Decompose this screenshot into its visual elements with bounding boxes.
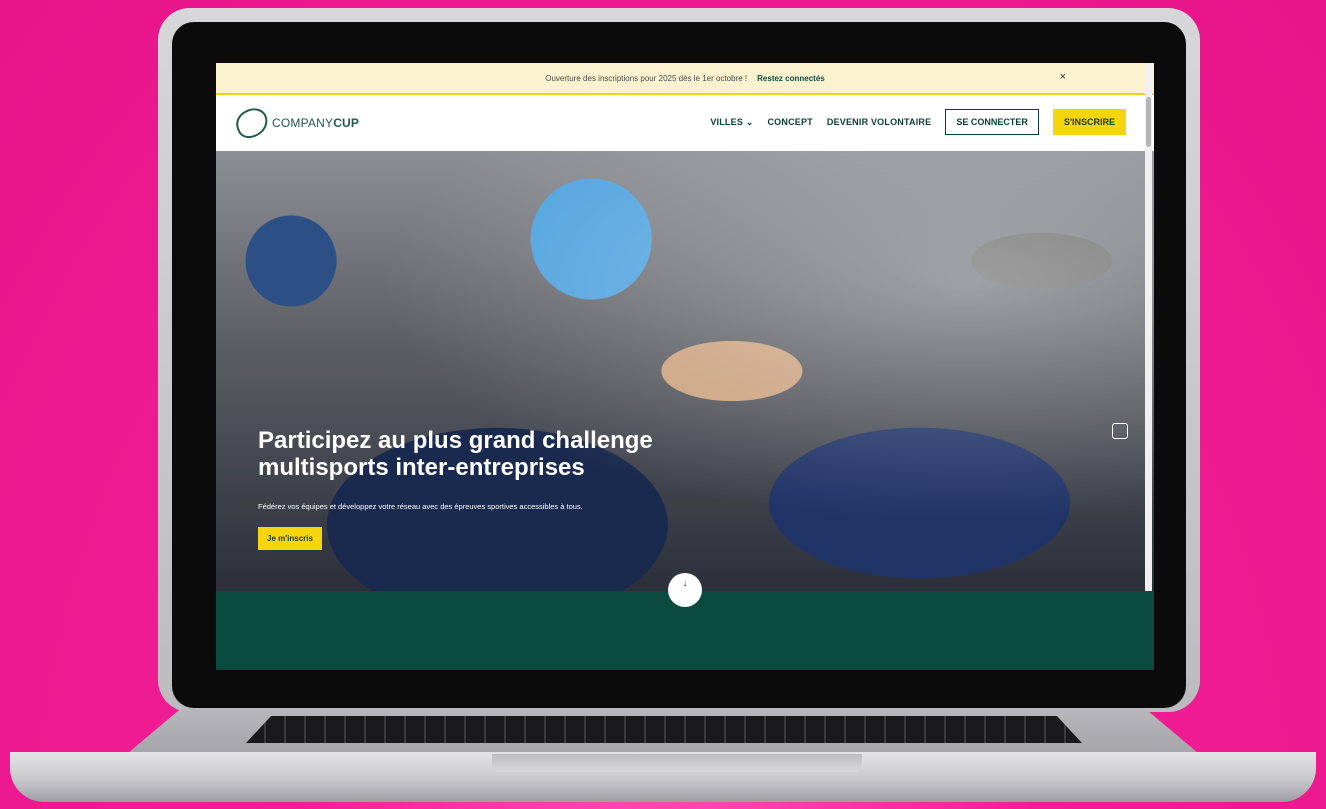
hero-title-line2: multisports inter-entreprises xyxy=(258,454,585,481)
logo-text-light: COMPANY xyxy=(272,116,334,130)
scroll-down-icon[interactable]: ↓ xyxy=(668,573,702,607)
announcement-bar: Ouverture des inscriptions pour 2025 dès… xyxy=(216,63,1154,95)
hero-subtitle: Fédérez vos équipes et développez votre … xyxy=(258,502,583,511)
close-icon[interactable]: × xyxy=(1060,71,1066,83)
logo-text: COMPANYCUP xyxy=(272,116,359,130)
laptop-trackpad xyxy=(492,754,862,772)
site-header: COMPANYCUP VILLES ⌄ CONCEPT DEVENIR VOLO… xyxy=(216,95,1154,151)
hero-image: Participez au plus grand challenge multi… xyxy=(216,151,1154,591)
logo-text-bold: CUP xyxy=(333,116,360,130)
announcement-text: Ouverture des inscriptions pour 2025 dès… xyxy=(545,73,748,83)
nav-menu: VILLES ⌄ CONCEPT DEVENIR VOLONTAIRE SE C… xyxy=(710,109,1126,135)
logo-icon xyxy=(232,104,272,142)
register-button[interactable]: S'INSCRIRE xyxy=(1052,109,1126,135)
hero-cta-button[interactable]: Je m'inscris xyxy=(258,527,322,550)
nav-item-volontaire[interactable]: DEVENIR VOLONTAIRE xyxy=(827,117,931,127)
hero-title: Participez au plus grand challenge multi… xyxy=(258,427,818,481)
announcement-link[interactable]: Restez connectés xyxy=(757,74,825,83)
laptop-screen: Ouverture des inscriptions pour 2025 dès… xyxy=(216,63,1154,670)
nav-item-villes[interactable]: VILLES ⌄ xyxy=(710,117,753,128)
logo[interactable]: COMPANYCUP xyxy=(232,104,359,142)
login-button[interactable]: SE CONNECTER xyxy=(945,109,1039,135)
video-toggle-icon[interactable] xyxy=(1112,423,1128,439)
laptop-keyboard xyxy=(246,716,1082,743)
scrollbar-thumb[interactable] xyxy=(1146,97,1151,147)
hero-title-line1: Participez au plus grand challenge xyxy=(258,427,653,454)
nav-item-concept[interactable]: CONCEPT xyxy=(767,117,812,127)
